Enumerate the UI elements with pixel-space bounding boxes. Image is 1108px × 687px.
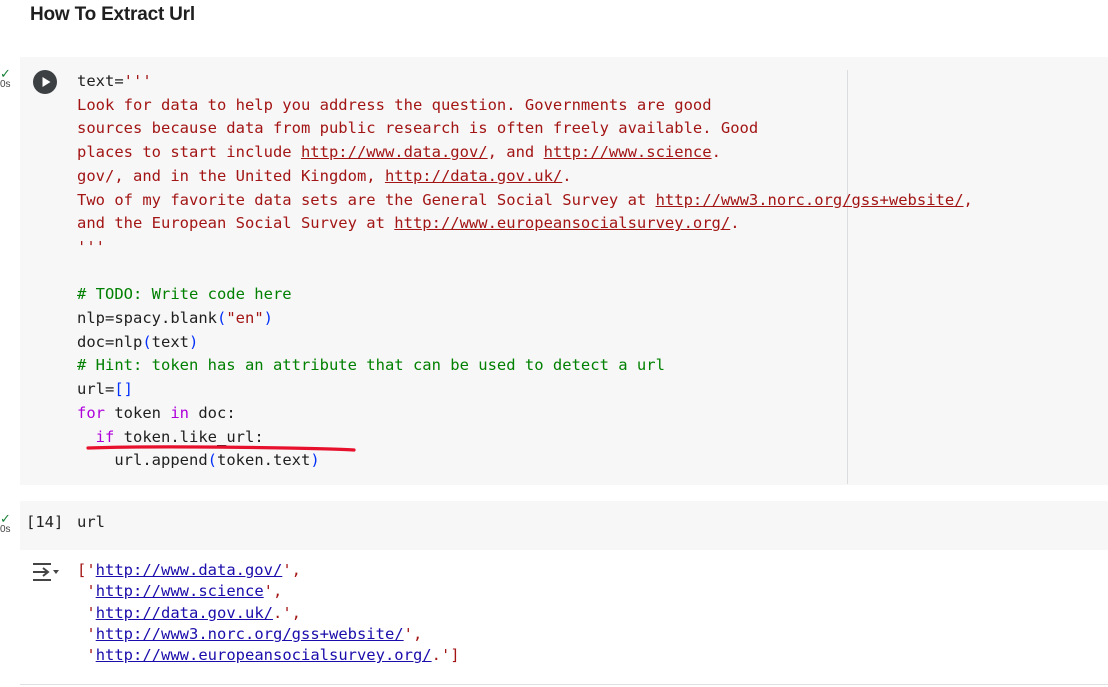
output-link[interactable]: http://www.data.gov/: [96, 561, 283, 579]
play-icon: [42, 77, 51, 87]
string-line: .: [711, 143, 721, 162]
output-line: 'http://www.europeansocialsurvey.org/.']: [86, 646, 460, 665]
checkmark-icon: ✓: [0, 511, 11, 526]
string-line: , and: [487, 143, 544, 162]
output-menu-icon[interactable]: [31, 560, 59, 589]
cell-1-status: ✓ 0s: [0, 66, 18, 90]
code-token: doc=nlp: [77, 332, 143, 351]
cell-output: ['http://www.data.gov/', 'http://www.sci…: [77, 560, 460, 666]
string-url[interactable]: http://data.gov.uk/: [385, 167, 562, 185]
code-bracket: ): [189, 332, 199, 351]
string-line: .: [562, 166, 572, 185]
cell-2-status: ✓ 0s: [0, 511, 18, 535]
string-line: .: [730, 214, 740, 233]
section-heading: How To Extract Url: [30, 4, 195, 25]
code-token: url=: [77, 380, 115, 399]
code-keyword: for: [77, 403, 105, 422]
string-url[interactable]: http://www.europeansocialsurvey.org/: [394, 214, 730, 232]
string-line: Two of my favorite data sets are the Gen…: [77, 190, 656, 209]
output-link[interactable]: http://www.europeansocialsurvey.org/: [96, 646, 432, 664]
string-url[interactable]: http://www.science: [544, 143, 712, 161]
code-token: text=: [77, 72, 124, 90]
code-string: "en": [226, 309, 264, 328]
string-line: and the European Social Survey at: [77, 214, 395, 233]
string-line: ,: [963, 190, 973, 209]
code-token: doc:: [189, 403, 236, 422]
string-url[interactable]: http://www3.norc.org/gss+website/: [656, 191, 964, 209]
string-line: sources because data from public researc…: [77, 119, 759, 138]
code-bracket: ): [263, 309, 273, 328]
code-editor[interactable]: text=''' Look for data to help you addre…: [77, 70, 973, 473]
run-cell-button[interactable]: [33, 70, 57, 94]
code-comment: # TODO: Write code here: [77, 285, 292, 304]
cell-2-exec-time: 0s: [0, 524, 11, 535]
code-comment: # Hint: token has an attribute that can …: [77, 356, 665, 375]
code-token: token: [105, 403, 171, 422]
output-line: ['http://www.data.gov/',: [77, 561, 301, 579]
string-line: places to start include: [77, 143, 301, 162]
string-line: gov/, and in the United Kingdom,: [77, 166, 385, 185]
checkmark-icon: ✓: [0, 66, 11, 81]
code-editor-2[interactable]: url: [77, 513, 105, 531]
code-token: nlp=spacy.blank: [77, 309, 217, 328]
output-link[interactable]: http://data.gov.uk/: [96, 604, 273, 622]
cell-divider: [20, 684, 1108, 685]
output-link[interactable]: http://www.science: [96, 582, 264, 600]
code-bracket: (: [142, 332, 152, 351]
output-link[interactable]: http://www3.norc.org/gss+website/: [96, 625, 404, 643]
code-keyword: in: [170, 403, 189, 422]
code-token: text: [151, 332, 189, 351]
output-line: 'http://data.gov.uk/.',: [86, 603, 301, 622]
code-bracket: (: [216, 309, 227, 328]
string-delimiter: ''': [77, 237, 105, 256]
cell-1-exec-time: 0s: [0, 79, 11, 90]
output-actions-icon: [33, 563, 59, 581]
execution-count: [14]: [26, 513, 64, 531]
output-line: 'http://www.science',: [86, 582, 283, 601]
red-underline-annotation: [86, 445, 356, 452]
string-url[interactable]: http://www.data.gov/: [301, 143, 488, 161]
code-cell-2[interactable]: [20, 501, 1108, 550]
string-line: Look for data to help you address the qu…: [77, 95, 712, 114]
string-delimiter: ''': [123, 72, 152, 90]
code-bracket: []: [114, 380, 133, 399]
output-line: 'http://www3.norc.org/gss+website/',: [86, 624, 423, 643]
